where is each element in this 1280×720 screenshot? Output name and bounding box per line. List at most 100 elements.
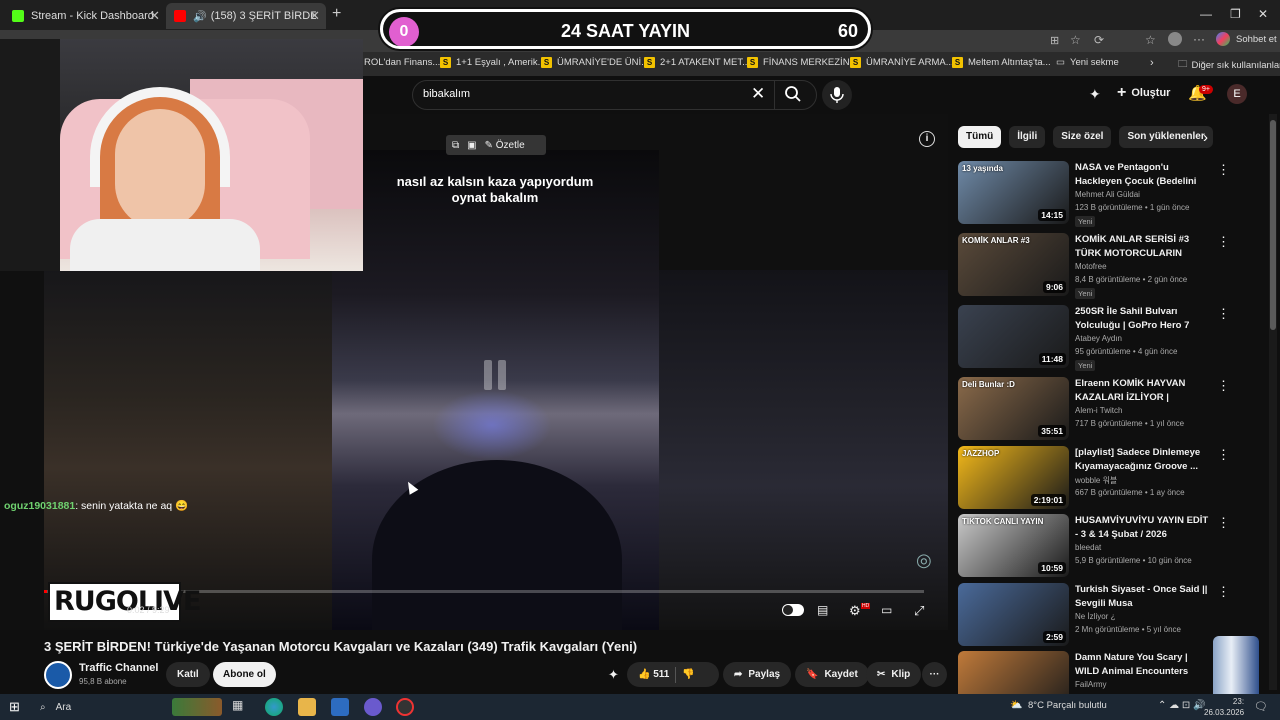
clear-search-icon[interactable]: ✕ — [751, 84, 765, 104]
share-button[interactable]: ➦ Paylaş — [723, 662, 792, 687]
recommended-video[interactable]: Deli Bunlar :D 35:51 Elraenn KOMİK HAYVAN … — [958, 377, 1263, 441]
bookmark[interactable]: ▭ Yeni sekme — [1056, 57, 1119, 68]
obs-icon[interactable] — [396, 698, 414, 716]
like-button[interactable]: 👍 511 — [638, 662, 669, 687]
system-tray-icons[interactable]: ⌃ ☁ ⊡ 🔊 — [1158, 700, 1206, 711]
close-window-icon[interactable]: ✕ — [1258, 7, 1268, 21]
speaker-icon[interactable]: 🔊 — [193, 10, 207, 23]
subscribe-button[interactable]: Abone ol — [213, 662, 276, 687]
more-options-icon[interactable]: ⋮ — [1217, 584, 1230, 600]
video-title[interactable]: NASA ve Pentagon'u Hackleyen Çocuk (Bede… — [1075, 161, 1213, 188]
more-options-icon[interactable]: ⋮ — [1217, 447, 1230, 463]
video-thumbnail[interactable]: 2:59 — [958, 583, 1069, 646]
magic-edit-icon[interactable]: ✦ — [608, 667, 619, 683]
chip-for-you[interactable]: Size özel — [1053, 126, 1112, 148]
other-bookmarks[interactable]: 🗀 Diğer sık kullanılanlar — [1178, 57, 1280, 73]
save-button[interactable]: 🔖 Kaydet — [795, 662, 869, 687]
video-title[interactable]: KOMİK ANLAR SERİSİ #3 TÜRK MOTORCULARIN … — [1075, 233, 1213, 260]
channel-avatar[interactable] — [44, 661, 72, 689]
fullscreen-icon[interactable]: ⤢ — [914, 603, 932, 618]
summarize-button[interactable]: ✎ Özetle — [485, 140, 525, 151]
video-thumbnail[interactable]: JAZZHOP 2:19:01 — [958, 446, 1069, 509]
refresh-extension-icon[interactable]: ⟳ — [1094, 33, 1104, 47]
channel-name[interactable]: Traffic Channel — [79, 662, 158, 674]
channel-name[interactable]: Atabey Aydın — [1075, 334, 1122, 343]
close-tab-icon[interactable]: ✕ — [309, 8, 320, 24]
bookmark[interactable]: S ÜMRANİYE'DE ÜNİ... — [541, 57, 649, 68]
channel-name[interactable]: Mehmet Ali Güldai — [1075, 190, 1140, 199]
bookmark[interactable]: S 2+1 ATAKENT MET... — [644, 57, 750, 68]
recommended-video[interactable]: TIKTOK CANLI YAYIN 10:59 HUSAMVİYUVİYU YAY… — [958, 514, 1263, 578]
minimize-icon[interactable]: — — [1200, 7, 1212, 21]
more-options-icon[interactable]: ⋮ — [1217, 515, 1230, 531]
video-title[interactable]: 250SR İle Sahil Bulvarı Yolculuğu | GoPr… — [1075, 305, 1213, 332]
chat-label[interactable]: Sohbet et — [1236, 34, 1277, 45]
video-title[interactable]: [playlist] Sadece Dinlemeye Kıyamayacağı… — [1075, 446, 1213, 473]
more-options-icon[interactable]: ⋮ — [1217, 234, 1230, 250]
video-frame[interactable] — [332, 150, 659, 630]
profile-avatar[interactable] — [1168, 32, 1182, 46]
bookmark[interactable]: ROL'dan Finans... — [364, 57, 440, 68]
theater-mode-icon[interactable]: ▭ — [881, 603, 899, 617]
favorites-icon[interactable]: ☆ — [1145, 33, 1156, 47]
subtitles-icon[interactable]: ▤ — [817, 603, 835, 617]
copilot-icon[interactable] — [1216, 32, 1230, 46]
video-thumbnail[interactable]: KOMİK ANLAR #3 9:06 — [958, 233, 1069, 296]
pause-icon[interactable] — [484, 360, 508, 390]
new-tab-icon[interactable]: + — [332, 5, 341, 23]
star-icon[interactable]: ☆ — [1070, 33, 1081, 47]
chip-recent[interactable]: Son yüklenenler — [1119, 126, 1213, 148]
bookmark[interactable]: S Meltem Altıntaş'ta... — [952, 57, 1051, 68]
channel-watermark-icon[interactable]: ◎ — [916, 550, 932, 571]
clip-button[interactable]: ✂ Klip — [866, 662, 922, 687]
chevron-right-icon[interactable]: › — [1203, 129, 1208, 146]
scroll-thumb[interactable] — [1270, 120, 1276, 330]
file-explorer-icon[interactable] — [298, 698, 316, 716]
bookmark[interactable]: S FİNANS MERKEZİN... — [747, 57, 857, 68]
channel-name[interactable]: Motofree — [1075, 262, 1107, 271]
more-actions-button[interactable]: ··· — [922, 662, 947, 687]
video-title[interactable]: HUSAMVİYUVİYU YAYIN EDİT - 3 & 14 Şubat … — [1075, 514, 1213, 541]
taskbar-widget-icon[interactable] — [172, 698, 222, 716]
video-thumbnail[interactable]: TIKTOK CANLI YAYIN 10:59 — [958, 514, 1069, 577]
taskbar-search[interactable]: ⌕ Ara — [32, 696, 162, 718]
channel-name[interactable]: wobble 워블 — [1075, 475, 1117, 486]
search-query[interactable]: bibakalım — [423, 88, 470, 100]
channel-name[interactable]: Ne İzliyor ¿ — [1075, 612, 1115, 621]
video-thumbnail[interactable]: 13 yaşında 14:15 — [958, 161, 1069, 224]
edge-browser-icon[interactable] — [265, 698, 283, 716]
more-options-icon[interactable]: ⋮ — [1217, 378, 1230, 394]
video-title[interactable]: Turkish Siyaset - Once Said || Sevgili M… — [1075, 583, 1213, 610]
tab-kick-dashboard[interactable]: Stream - Kick Dashboard ✕ — [4, 3, 166, 29]
channel-name[interactable]: FailArmy — [1075, 680, 1107, 689]
chip-all[interactable]: Tümü — [958, 126, 1002, 148]
discord-icon[interactable] — [364, 698, 382, 716]
chip-related[interactable]: İlgili — [1009, 126, 1046, 148]
recommended-video[interactable]: 11:48 250SR İle Sahil Bulvarı Yolculuğu |… — [958, 305, 1263, 371]
avatar[interactable]: E — [1227, 84, 1247, 104]
bookmark[interactable]: S ÜMRANİYE ARMA... — [850, 57, 954, 68]
create-button[interactable]: + Oluştur — [1117, 84, 1170, 102]
video-title[interactable]: Elraenn KOMİK HAYVAN KAZALARI İZLİYOR | … — [1075, 377, 1213, 404]
info-icon[interactable]: i — [919, 131, 935, 147]
voice-search-button[interactable] — [822, 80, 852, 110]
notification-center-icon[interactable]: 🗨 — [1254, 700, 1268, 713]
video-thumbnail[interactable]: Deli Bunlar :D 35:51 — [958, 377, 1069, 440]
recommended-video[interactable]: JAZZHOP 2:19:01 [playlist] Sadece Dinlemey… — [958, 446, 1263, 510]
magic-edit-icon[interactable]: ✦ — [1089, 86, 1101, 103]
close-tab-icon[interactable]: ✕ — [149, 8, 160, 24]
recommended-video[interactable]: KOMİK ANLAR #3 9:06 KOMİK ANLAR SERİSİ #3 … — [958, 233, 1263, 299]
channel-name[interactable]: bleedat — [1075, 543, 1101, 552]
bookmark[interactable]: S 1+1 Eşyalı , Amerik... — [440, 57, 546, 68]
screenshot-icon[interactable]: ▣ — [467, 140, 476, 151]
bookmarks-overflow-icon[interactable]: › — [1150, 57, 1154, 69]
clock[interactable]: 23: 26.03.2026 — [1204, 696, 1244, 718]
recommended-video[interactable]: 13 yaşında 14:15 NASA ve Pentagon'u Hackle… — [958, 161, 1263, 227]
task-view-icon[interactable]: ▦ — [232, 698, 250, 716]
dislike-button[interactable]: 👎 — [682, 662, 694, 687]
miniplayer-icon[interactable]: ⧉ — [452, 140, 459, 151]
video-title[interactable]: Damn Nature You Scary | WILD Animal Enco… — [1075, 651, 1213, 678]
tab-youtube-video[interactable]: 🔊 (158) 3 ŞERİT BİRDEN! Türkiye ✕ — [166, 3, 326, 29]
windows-start-icon[interactable]: ⊞ — [9, 699, 20, 715]
more-options-icon[interactable]: ⋮ — [1217, 162, 1230, 178]
